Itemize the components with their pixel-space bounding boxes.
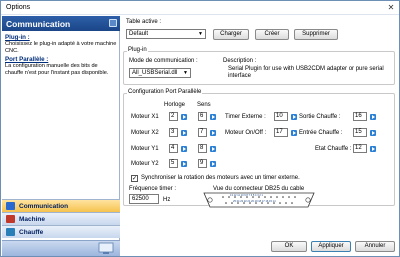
sidebar-footer — [2, 240, 120, 256]
sortie-chauffe-label: Sortie Chauffe : — [299, 114, 341, 120]
moteur-onoff-label: Moteur On/Off : — [225, 130, 267, 136]
spin-icon[interactable] — [210, 161, 216, 167]
timer-externe-input[interactable]: 10 — [274, 112, 288, 121]
cancel-button[interactable]: Annuler — [355, 241, 395, 252]
ok-button[interactable]: OK — [271, 241, 307, 252]
spin-icon[interactable] — [370, 114, 376, 120]
freq-input[interactable]: 62500 — [129, 194, 159, 204]
etat-chauffe-input[interactable]: 12 — [353, 144, 367, 153]
machine-icon — [6, 215, 15, 223]
motor-y2-label: Moteur Y2 — [131, 161, 159, 167]
help-text-plugin: Choisissez le plug-in adapté à votre mac… — [5, 41, 117, 54]
spin-icon[interactable] — [181, 130, 187, 136]
load-button[interactable]: Charger — [213, 29, 249, 40]
spin-icon[interactable] — [291, 114, 297, 120]
entree-chauffe-label: Entrée Chauffe : — [299, 130, 343, 136]
spin-icon[interactable] — [291, 130, 297, 136]
mode-select[interactable]: All_USBSerial.dll ▼ — [129, 68, 191, 78]
spin-icon[interactable] — [370, 130, 376, 136]
freq-label: Fréquence timer : — [129, 186, 177, 192]
moteur-onoff-input[interactable]: 17 — [274, 128, 288, 137]
nav-item-machine[interactable]: Machine — [2, 212, 120, 225]
nav-label-machine: Machine — [19, 216, 46, 223]
sidebar-header: Communication — [2, 16, 120, 31]
help-title-parallel: Port Parallèle : — [5, 56, 49, 64]
options-window: Options ✕ Communication Plug-in : Choisi… — [0, 0, 400, 257]
spin-icon[interactable] — [210, 146, 216, 152]
motor-x2-label: Moteur X2 — [131, 130, 159, 136]
connector-pins-top: 13 12 11 10 9 8 7 6 5 4 3 2 1 — [230, 194, 263, 197]
motor-y2-horloge[interactable]: 5 — [169, 159, 178, 168]
help-text-parallel: La configuration manuelle des bits de ch… — [5, 63, 109, 76]
table-value: Default — [129, 31, 149, 37]
spin-icon[interactable] — [181, 146, 187, 152]
spin-icon[interactable] — [210, 130, 216, 136]
close-icon[interactable]: ✕ — [386, 3, 396, 12]
spin-icon[interactable] — [181, 114, 187, 120]
spin-icon[interactable] — [210, 114, 216, 120]
motor-x2-sens[interactable]: 7 — [198, 128, 207, 137]
sync-checkbox[interactable]: ✓ — [131, 175, 138, 182]
parallel-group-label: Configuration Port Parallèle — [127, 89, 203, 95]
sortie-chauffe-input[interactable]: 16 — [353, 112, 367, 121]
spin-icon[interactable] — [181, 161, 187, 167]
motor-y2-sens[interactable]: 9 — [198, 159, 207, 168]
timer-externe-label: Timer Externe : — [225, 114, 266, 120]
col-horloge: Horloge — [164, 102, 186, 108]
table-label: Table active : — [126, 19, 162, 25]
sidebar-help: Plug-in : Choisissez le plug-in adapté à… — [5, 33, 117, 78]
motor-y1-horloge[interactable]: 4 — [169, 144, 178, 153]
help-title-plugin: Plug-in : — [5, 34, 30, 41]
motor-y1-label: Moteur Y1 — [131, 146, 159, 152]
spin-icon[interactable] — [370, 146, 376, 152]
computer-icon — [98, 242, 114, 254]
connector-pins-bottom: 25 24 23 22 21 20 19 18 17 16 15 14 — [233, 200, 276, 203]
chevron-down-icon: ▼ — [198, 31, 203, 37]
etat-chauffe-label: Etat Chauffe : — [315, 146, 352, 152]
motor-x1-label: Moteur X1 — [131, 114, 159, 120]
motor-x1-sens[interactable]: 6 — [198, 112, 207, 121]
window-title: Options — [6, 4, 31, 11]
nav-item-communication[interactable]: Communication — [2, 199, 120, 212]
sidebar: Communication Plug-in : Choisissez le pl… — [2, 16, 120, 256]
motor-x2-horloge[interactable]: 3 — [169, 128, 178, 137]
sidebar-title: Communication — [6, 19, 71, 29]
mode-value: All_USBSerial.dll — [132, 70, 178, 76]
nav-label-communication: Communication — [19, 203, 69, 210]
create-button[interactable]: Créer — [255, 29, 289, 40]
freq-unit: Hz — [163, 197, 171, 203]
chauffe-icon — [6, 228, 15, 236]
entree-chauffe-input[interactable]: 15 — [353, 128, 367, 137]
communication-icon — [6, 202, 15, 210]
plugin-group-label: Plug-in — [127, 47, 148, 53]
nav-label-chauffe: Chauffe — [19, 229, 44, 236]
col-sens: Sens — [197, 102, 211, 108]
description-label: Description : — [223, 58, 257, 64]
chevron-down-icon: ▼ — [183, 70, 188, 76]
sync-label: Synchroniser la rotation des moteurs ave… — [141, 175, 300, 181]
motor-x1-horloge[interactable]: 2 — [169, 112, 178, 121]
apply-button[interactable]: Appliquer — [311, 241, 351, 252]
title-bar: Options ✕ — [1, 1, 399, 15]
mode-label: Mode de communication : — [129, 58, 198, 64]
table-select[interactable]: Default ▼ — [126, 29, 206, 39]
description-text: Serial Plugin for use with USB2CDM adapt… — [228, 66, 384, 79]
collapse-icon[interactable] — [109, 19, 117, 27]
delete-button[interactable]: Supprimer — [294, 29, 338, 40]
motor-y1-sens[interactable]: 8 — [198, 144, 207, 153]
nav-item-chauffe[interactable]: Chauffe — [2, 225, 120, 238]
